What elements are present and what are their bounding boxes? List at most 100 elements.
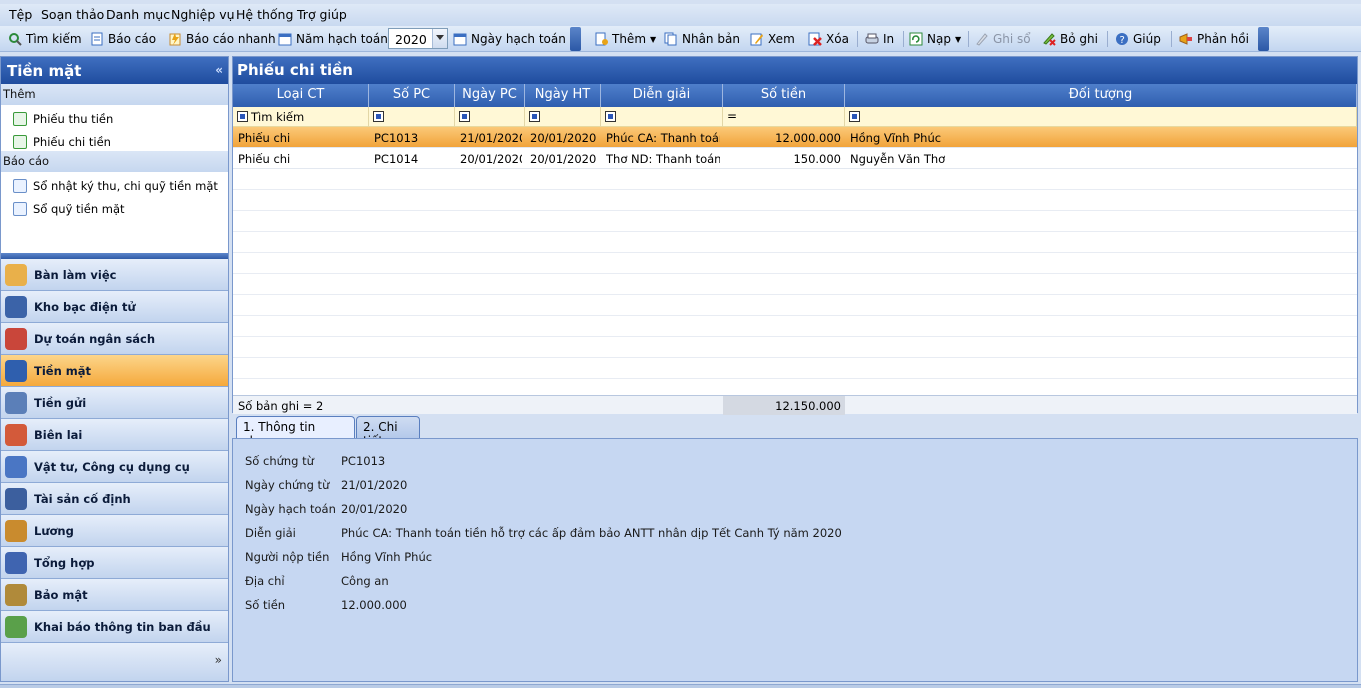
- nav-item[interactable]: Vật tư, Công cụ dụng cụ: [1, 451, 228, 483]
- sidebar-item-cash-book[interactable]: Sổ quỹ tiền mặt: [1, 195, 228, 218]
- table-row[interactable]: Phiếu chi PC1014 20/01/2020 20/01/2020 Thơ N…: [233, 148, 1357, 169]
- empty-row: [233, 295, 1357, 316]
- fiscal-year-label: Năm hạch toán: [278, 29, 388, 49]
- sidebar-item-receipt[interactable]: Phiếu thu tiền: [1, 105, 228, 128]
- delete-button[interactable]: Xóa: [808, 29, 849, 49]
- help-button[interactable]: ? Giúp: [1115, 29, 1161, 49]
- menu-file[interactable]: Tệp: [9, 7, 32, 22]
- report-button[interactable]: Báo cáo: [90, 29, 156, 49]
- empty-row: [233, 253, 1357, 274]
- nav-item[interactable]: Tiền mặt: [1, 355, 228, 387]
- sidebar-item-payment[interactable]: Phiếu chi tiền: [1, 128, 228, 151]
- nav-item[interactable]: Tiền gửi: [1, 387, 228, 419]
- menu-operations[interactable]: Nghiệp vụ: [171, 7, 235, 22]
- chevron-down-icon: ▼: [954, 34, 962, 44]
- filter-operator-icon[interactable]: [373, 111, 384, 122]
- chevron-right-icon[interactable]: »: [215, 653, 222, 667]
- report-icon: [13, 201, 27, 216]
- menu-help[interactable]: Trợ giúp: [297, 7, 347, 22]
- view-button[interactable]: Xem: [750, 29, 795, 49]
- column-header[interactable]: Ngày PC: [455, 84, 525, 107]
- column-header[interactable]: Số tiền: [723, 84, 845, 107]
- accounting-date-button[interactable]: Ngày hạch toán: [453, 29, 566, 49]
- module-icon: [5, 455, 27, 478]
- table-cell: Phúc CA: Thanh toán t: [606, 131, 720, 145]
- menu-system[interactable]: Hệ thống: [236, 7, 293, 22]
- detail-value: 12.000.000: [341, 598, 407, 612]
- duplicate-button[interactable]: Nhân bản: [664, 29, 740, 49]
- nav-item[interactable]: Lương: [1, 515, 228, 547]
- tab-details[interactable]: 2. Chi tiết: [356, 416, 420, 448]
- table-cell: 20/01/2020: [460, 152, 522, 166]
- nav-item[interactable]: Bàn làm việc: [1, 259, 228, 291]
- quick-report-button[interactable]: Báo cáo nhanh: [168, 29, 276, 49]
- empty-row: [233, 169, 1357, 190]
- search-button[interactable]: Tìm kiếm: [8, 29, 82, 49]
- menu-catalog[interactable]: Danh mục: [106, 7, 170, 22]
- module-icon: [5, 615, 27, 638]
- add-button[interactable]: Thêm ▼: [594, 29, 656, 49]
- tab-general-info[interactable]: 1. Thông tin chung: [236, 416, 355, 448]
- nav-item[interactable]: Tổng hợp: [1, 547, 228, 579]
- filter-operator-icon[interactable]: [605, 111, 616, 122]
- detail-panel: Số chứng từ PC1013 Ngày chứng từ 21/01/2020…: [232, 438, 1358, 682]
- table-row[interactable]: Phiếu chi PC1013 21/01/2020 20/01/2020 Phúc …: [233, 127, 1357, 148]
- detail-label: Diễn giải: [245, 526, 296, 540]
- nav-item[interactable]: Kho bạc điện tử: [1, 291, 228, 323]
- filter-operator-icon[interactable]: [529, 111, 540, 122]
- nav-item[interactable]: Dự toán ngân sách: [1, 323, 228, 355]
- filter-cell[interactable]: [455, 107, 525, 127]
- nav-item[interactable]: Khai báo thông tin ban đầu: [1, 611, 228, 643]
- payment-list-panel: Phiếu chi tiền Loại CT Số PC Ngày PC Ngày H…: [232, 56, 1358, 415]
- filter-operator-icon[interactable]: [237, 111, 248, 122]
- column-header[interactable]: Đối tượng: [845, 84, 1357, 107]
- nav-more[interactable]: »: [1, 643, 228, 681]
- help-icon: ?: [1115, 32, 1129, 46]
- collapse-icon[interactable]: «: [215, 63, 223, 77]
- filter-cell[interactable]: [525, 107, 601, 127]
- table-cell: 20/01/2020: [530, 152, 597, 166]
- duplicate-icon: [664, 32, 678, 46]
- empty-row: [233, 232, 1357, 253]
- column-header[interactable]: Loại CT: [233, 84, 369, 107]
- nav-item[interactable]: Tài sản cố định: [1, 483, 228, 515]
- toolbar-grip[interactable]: [570, 27, 581, 51]
- module-icon: [5, 551, 27, 574]
- calendar-icon: [278, 32, 292, 46]
- fiscal-year-select[interactable]: 2020: [388, 28, 448, 49]
- grid-footer: Số bản ghi = 2 12.150.000: [233, 395, 1357, 415]
- empty-row: [233, 337, 1357, 358]
- feedback-button[interactable]: Phản hồi: [1179, 29, 1249, 49]
- post-button[interactable]: Ghi sổ: [975, 29, 1031, 49]
- detail-value: Phúc CA: Thanh toán tiền hỗ trợ các ấp đ…: [341, 526, 842, 540]
- search-icon: [8, 32, 22, 46]
- table-cell: 20/01/2020: [530, 131, 597, 145]
- filter-cell[interactable]: [369, 107, 455, 127]
- refresh-icon: [909, 32, 923, 46]
- nav-item[interactable]: Biên lai: [1, 419, 228, 451]
- sidebar-item-cash-journal[interactable]: Sổ nhật ký thu, chi quỹ tiền mặt: [1, 172, 228, 195]
- filter-cell[interactable]: =: [723, 107, 845, 127]
- empty-row: [233, 274, 1357, 295]
- filter-cell[interactable]: [601, 107, 723, 127]
- print-button[interactable]: In: [865, 29, 894, 49]
- column-header[interactable]: Số PC: [369, 84, 455, 107]
- filter-cell[interactable]: Tìm kiếm: [233, 107, 369, 127]
- table-cell: 21/01/2020: [460, 131, 522, 145]
- unpost-icon: [1042, 32, 1056, 46]
- menu-edit[interactable]: Soạn thảo: [41, 7, 104, 22]
- column-header[interactable]: Ngày HT: [525, 84, 601, 107]
- filter-equals[interactable]: =: [727, 109, 737, 123]
- column-header[interactable]: Diễn giải: [601, 84, 723, 107]
- toolbar-grip[interactable]: [1258, 27, 1269, 51]
- unpost-button[interactable]: Bỏ ghi: [1042, 29, 1098, 49]
- filter-operator-icon[interactable]: [459, 111, 470, 122]
- table-cell: Hồng Vĩnh Phúc: [850, 131, 942, 145]
- filter-operator-icon[interactable]: [849, 111, 860, 122]
- page-title: Phiếu chi tiền: [233, 57, 1357, 84]
- chevron-down-icon[interactable]: [432, 29, 447, 48]
- filter-cell[interactable]: [845, 107, 1357, 127]
- toolbar-separator: [857, 31, 858, 47]
- load-button[interactable]: Nạp ▼: [909, 29, 961, 49]
- nav-item[interactable]: Bảo mật: [1, 579, 228, 611]
